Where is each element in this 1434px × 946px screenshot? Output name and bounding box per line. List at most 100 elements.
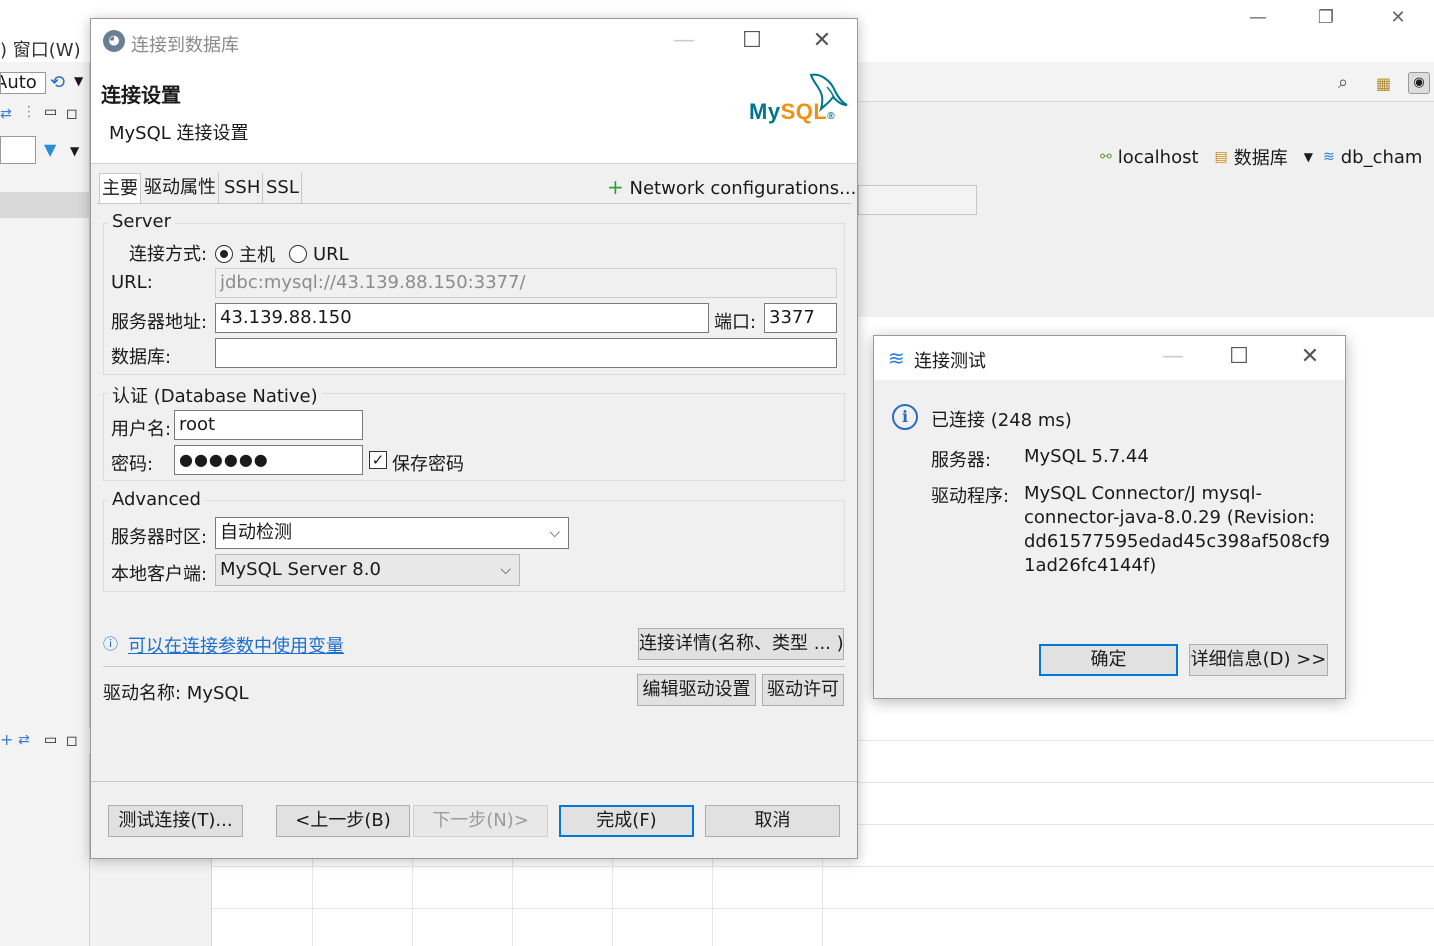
search-icon[interactable]: ⌕ xyxy=(1338,72,1348,93)
driver-label: 驱动程序: xyxy=(931,486,1010,507)
test-dialog-title: 连接测试 xyxy=(914,351,986,372)
page-title: 连接设置 xyxy=(101,83,181,107)
password-label: 密码: xyxy=(111,454,154,475)
connection-status: 已连接 (248 ms) xyxy=(931,410,1072,431)
cancel-button[interactable]: 取消 xyxy=(705,805,840,837)
app-restore-icon[interactable]: ❐ xyxy=(1306,4,1346,32)
driver-value: MySQL Connector/J mysql- connector-java-… xyxy=(1024,482,1330,578)
dialog-titlebar[interactable]: ◕ 连接到数据库 — ☐ ✕ xyxy=(91,19,857,65)
dialog-title: 连接到数据库 xyxy=(131,35,239,56)
editor-filter-box[interactable] xyxy=(858,185,977,215)
connection-details-button[interactable]: 连接详情(名称、类型 ... ) xyxy=(638,628,844,660)
selected-tree-row[interactable] xyxy=(0,192,90,218)
app-close-icon[interactable]: ✕ xyxy=(1378,4,1418,32)
app-minimize-icon[interactable]: — xyxy=(1238,4,1278,32)
test-dialog-titlebar[interactable]: ≋ 连接测试 — ☐ ✕ xyxy=(874,336,1345,380)
server-group-title: Server xyxy=(108,211,176,232)
tab-main[interactable]: 主要 xyxy=(99,173,141,203)
breadcrumb-database[interactable]: 数据库 xyxy=(1234,144,1288,170)
mysql-logo: MySQL® xyxy=(747,69,849,135)
filter-icon[interactable]: ▼ xyxy=(44,140,56,159)
radio-host[interactable] xyxy=(215,245,233,263)
client-combo[interactable]: MySQL Server 8.0 ⌵ xyxy=(215,554,520,586)
save-password-checkbox[interactable]: ✓ xyxy=(369,451,387,469)
edit-driver-button[interactable]: 编辑驱动设置 xyxy=(637,674,756,706)
details-button[interactable]: 详细信息(D) >> xyxy=(1189,644,1328,676)
add-icon[interactable]: + xyxy=(0,730,13,749)
breadcrumb: ⚯ localhost ▤ 数据库 ▼ ≋ db_cham xyxy=(1100,144,1422,170)
dbeaver-app-icon: ◕ xyxy=(103,30,125,52)
connection-test-dialog: ≋ 连接测试 — ☐ ✕ i 已连接 (248 ms) 服务器: MySQL 5… xyxy=(873,335,1346,699)
close-icon[interactable]: ✕ xyxy=(799,19,845,65)
minimize-icon[interactable]: — xyxy=(661,19,707,65)
grid-col-line xyxy=(412,850,413,946)
history-icon[interactable]: ⟲ xyxy=(50,72,65,93)
radio-url[interactable] xyxy=(289,245,307,263)
host-label: 服务器地址: xyxy=(111,312,208,333)
mode-combo[interactable]: Auto xyxy=(0,72,46,94)
page-subtitle: MySQL 连接设置 xyxy=(109,123,249,144)
save-password-label[interactable]: 保存密码 xyxy=(392,450,464,476)
maximize-icon[interactable]: ☐ xyxy=(1216,335,1262,379)
port-label: 端口: xyxy=(714,312,757,333)
breadcrumb-schema[interactable]: db_cham xyxy=(1341,147,1423,168)
link-arrows-icon[interactable]: ⇄ xyxy=(18,732,30,748)
ok-button[interactable]: 确定 xyxy=(1039,644,1178,676)
panel-maximize-icon[interactable]: ◻ xyxy=(66,106,78,122)
breadcrumb-host[interactable]: localhost xyxy=(1118,147,1199,168)
password-field[interactable]: ●●●●●● xyxy=(174,445,363,475)
close-icon[interactable]: ✕ xyxy=(1287,335,1333,379)
database-field[interactable] xyxy=(215,338,837,368)
grid-row-line xyxy=(212,866,1434,867)
driver-value-line: connector-java-8.0.29 (Revision: xyxy=(1024,507,1316,528)
maximize-icon[interactable]: ☐ xyxy=(729,19,775,65)
filter-input[interactable] xyxy=(0,136,36,164)
finish-button[interactable]: 完成(F) xyxy=(559,805,694,837)
back-button[interactable]: <上一步(B) xyxy=(276,805,410,837)
driver-value-line: dd61577595edad45c398af508cf9 xyxy=(1024,531,1330,552)
divider xyxy=(103,666,845,667)
tab-driver-properties[interactable]: 驱动属性 xyxy=(142,173,219,203)
dialog-header: 连接设置 MySQL 连接设置 MySQL® xyxy=(91,65,857,164)
grid-col-line xyxy=(822,850,823,946)
chevron-down-icon: ⌵ xyxy=(549,525,560,541)
chevron-down-icon[interactable]: ▼ xyxy=(1304,150,1313,164)
radio-host-label[interactable]: 主机 xyxy=(239,241,275,267)
open-perspective-icon[interactable]: ▦ xyxy=(1376,74,1391,93)
port-field[interactable]: 3377 xyxy=(764,303,837,333)
chevron-down-icon: ⌵ xyxy=(500,562,511,578)
timezone-label: 服务器时区: xyxy=(111,527,208,548)
chevron-down-icon[interactable]: ▼ xyxy=(74,74,83,88)
menu-window[interactable]: ) 窗口(W) xyxy=(0,36,81,62)
panel-minimize-icon[interactable]: ▭ xyxy=(44,732,57,748)
server-plug-icon: ⚯ xyxy=(1100,149,1112,165)
grid-col-line xyxy=(312,850,313,946)
database-icon: ≋ xyxy=(1323,149,1335,165)
connect-method-label: 连接方式: xyxy=(129,244,208,265)
driver-license-button[interactable]: 驱动许可 xyxy=(762,674,844,706)
tab-ssh[interactable]: SSH xyxy=(222,173,264,203)
host-field[interactable]: 43.139.88.150 xyxy=(215,303,709,333)
link-arrows-icon[interactable]: ⇄ xyxy=(0,106,12,122)
view-menu-icon[interactable]: ⋮ xyxy=(22,104,36,120)
panel-maximize-icon[interactable]: ◻ xyxy=(66,733,78,749)
minimize-icon[interactable]: — xyxy=(1150,335,1196,379)
url-label: URL: xyxy=(111,272,153,293)
url-field[interactable]: jdbc:mysql://43.139.88.150:3377/ xyxy=(215,268,837,298)
test-connection-button[interactable]: 测试连接(T)... xyxy=(108,805,243,837)
username-field[interactable]: root xyxy=(174,410,363,440)
client-value: MySQL Server 8.0 xyxy=(220,559,381,580)
advanced-group-title: Advanced xyxy=(108,489,205,510)
connect-method-radio-group: 主机 URL xyxy=(215,241,349,267)
server-label: 服务器: xyxy=(931,450,992,471)
timezone-combo[interactable]: 自动检测 ⌵ xyxy=(215,517,569,549)
perspective-icon[interactable]: ◉ xyxy=(1408,72,1430,94)
network-configurations-link[interactable]: + Network configurations... xyxy=(607,175,856,199)
radio-url-label[interactable]: URL xyxy=(313,244,349,265)
tab-ssl[interactable]: SSL xyxy=(264,173,302,203)
panel-minimize-icon[interactable]: ▭ xyxy=(44,104,57,120)
variables-link[interactable]: 可以在连接参数中使用变量 xyxy=(128,632,344,658)
grid-row-line xyxy=(212,908,1434,909)
filter-dropdown-icon[interactable]: ▼ xyxy=(70,144,79,158)
next-button[interactable]: 下一步(N)> xyxy=(413,805,548,837)
